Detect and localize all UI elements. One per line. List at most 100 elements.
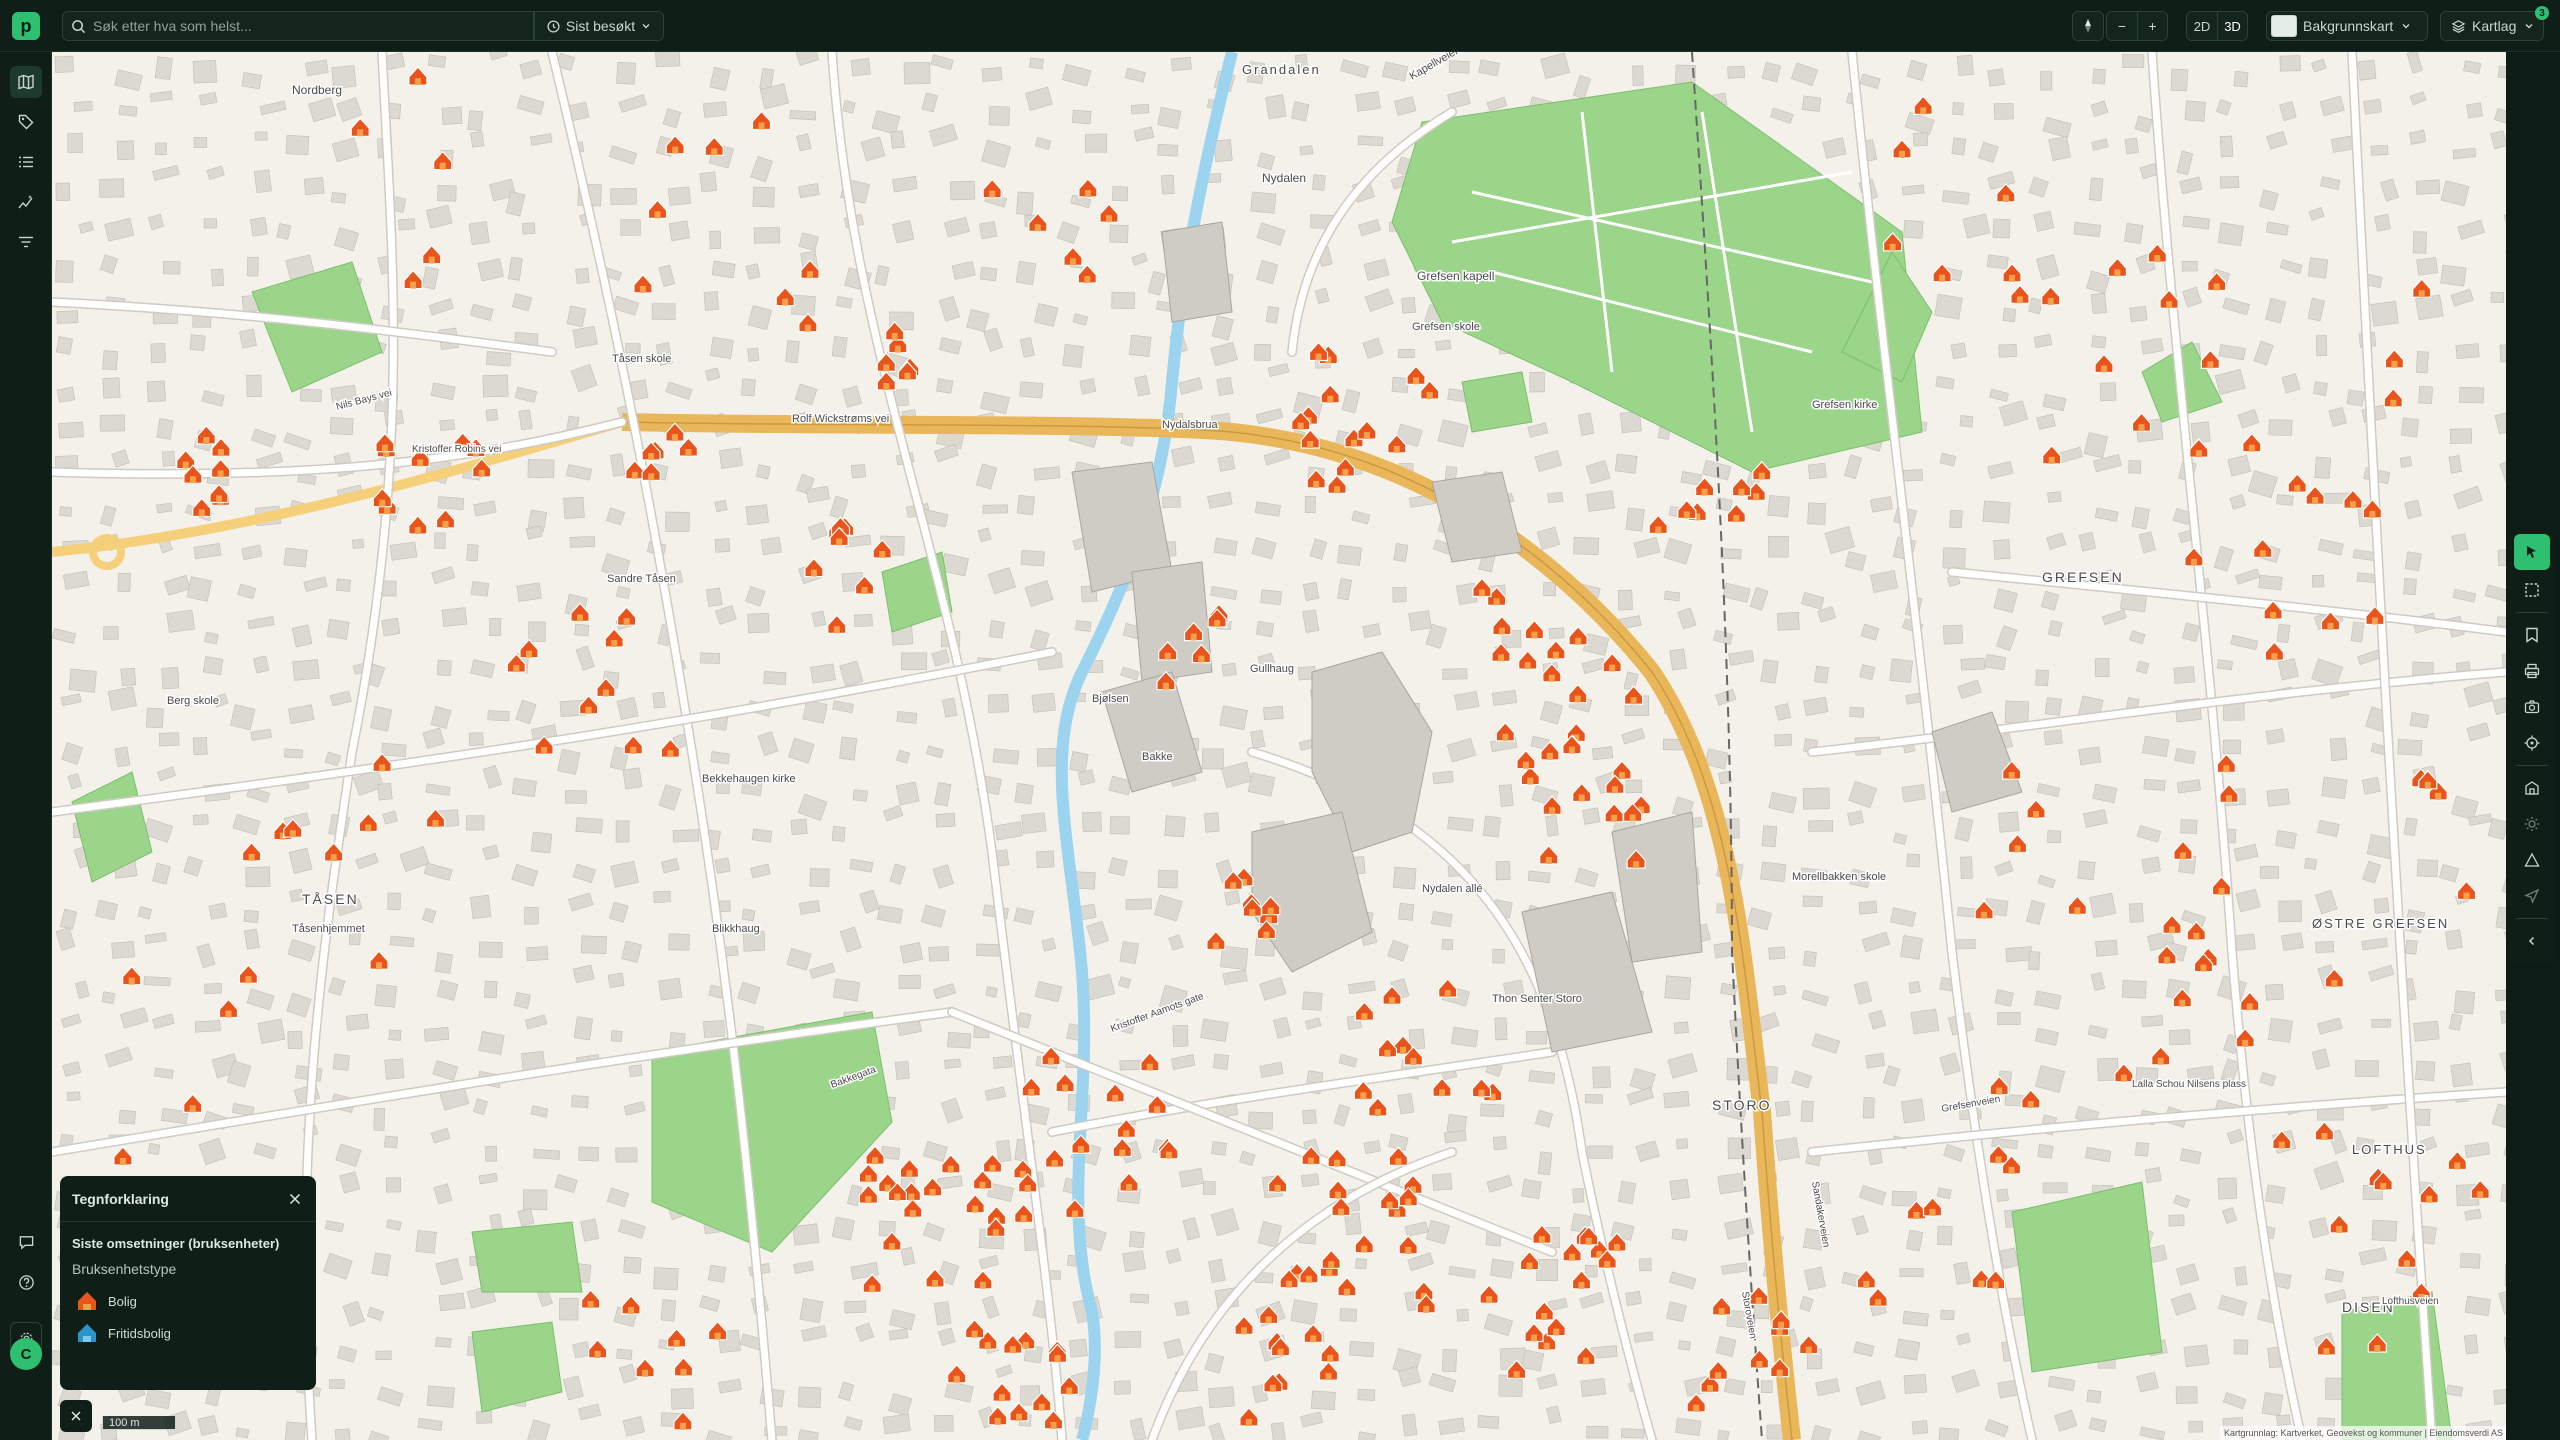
building [1021, 812, 1047, 834]
building [2504, 1264, 2506, 1287]
sidebar-map-button[interactable] [10, 66, 42, 98]
collapse-toolbar-button[interactable] [2510, 923, 2554, 959]
building [2497, 65, 2506, 80]
navigate-button[interactable] [2510, 878, 2554, 914]
close-panel-button[interactable] [60, 1400, 92, 1432]
building [285, 134, 310, 156]
area-select-button[interactable] [2510, 572, 2554, 608]
screenshot-button[interactable] [2510, 689, 2554, 725]
user-avatar[interactable]: C [10, 1338, 42, 1370]
search-input[interactable] [93, 18, 513, 34]
building [1337, 544, 1362, 566]
building [1760, 659, 1779, 684]
building [1715, 1336, 1737, 1357]
building [714, 857, 731, 874]
building [434, 532, 446, 549]
layers-selector[interactable]: Kartlag 3 [2440, 6, 2549, 41]
mode-2d-button[interactable]: 2D [2187, 12, 2217, 40]
building [1480, 1103, 1505, 1118]
sidebar-analytics-button[interactable] [10, 186, 42, 218]
building [1669, 648, 1687, 671]
building [1937, 1225, 1953, 1246]
sidebar-filter-button[interactable] [10, 226, 42, 258]
building [2183, 1344, 2210, 1368]
map-canvas[interactable]: Grandalen Nordberg Kapellveien Nydalen Grefs… [52, 52, 2506, 1440]
zoom-out-button[interactable]: − [2107, 12, 2137, 40]
building [1993, 102, 2014, 120]
place-label: ØSTRE GREFSEN [2312, 916, 2449, 931]
select-tool-button[interactable] [2514, 534, 2550, 570]
sidebar-help-button[interactable] [10, 1266, 42, 1298]
building [438, 1292, 466, 1312]
app-logo[interactable]: p [12, 12, 40, 40]
building [1664, 975, 1692, 1001]
building [1495, 861, 1511, 881]
place-label: Lofthusveien [2382, 1296, 2439, 1307]
zoom-in-button[interactable]: + [2137, 12, 2167, 40]
chevron-down-icon [2402, 24, 2410, 29]
building-info-button[interactable] [2510, 770, 2554, 806]
building [1392, 587, 1407, 603]
building [485, 1145, 497, 1162]
left-sidebar: C [0, 52, 52, 1440]
building [513, 991, 531, 1009]
building [522, 222, 536, 235]
sun-shadow-button[interactable] [2510, 806, 2554, 842]
building [1586, 490, 1615, 512]
building [2400, 417, 2420, 438]
building [610, 1030, 623, 1043]
sun-icon [2525, 817, 2539, 831]
basemap-selector[interactable]: Bakgrunnskart [2266, 11, 2428, 41]
compass-button[interactable] [2072, 11, 2104, 41]
building [292, 659, 320, 681]
building [653, 890, 671, 903]
toolbar-divider [2516, 612, 2548, 613]
building [114, 746, 131, 768]
building [615, 820, 630, 843]
close-icon[interactable] [288, 1192, 302, 1206]
place-label: Rolf Wickstrøms vei [792, 413, 889, 425]
building [753, 227, 781, 244]
building [241, 72, 262, 90]
building [785, 340, 800, 364]
building [1580, 1378, 1607, 1397]
building [651, 303, 676, 320]
building [571, 1095, 589, 1108]
building [1165, 1248, 1182, 1264]
sidebar-list-button[interactable] [10, 146, 42, 178]
mode-3d-button[interactable]: 3D [2217, 12, 2247, 40]
building [747, 612, 770, 634]
building [523, 1189, 548, 1211]
locate-button[interactable] [2510, 725, 2554, 761]
building [1216, 376, 1234, 396]
building [437, 496, 465, 510]
building [352, 538, 365, 549]
sidebar-tag-button[interactable] [10, 106, 42, 138]
building [1357, 1388, 1376, 1401]
print-button[interactable] [2510, 653, 2554, 689]
building [928, 946, 950, 962]
building [2361, 776, 2381, 795]
building [1290, 1299, 1318, 1326]
building [303, 177, 325, 196]
building [890, 130, 905, 149]
building [1545, 814, 1559, 837]
building [154, 56, 173, 80]
building [2397, 739, 2423, 756]
measure-button[interactable] [2510, 842, 2554, 878]
search-box[interactable] [62, 11, 534, 41]
building [2094, 658, 2110, 678]
building [831, 335, 848, 358]
recent-visited-button[interactable]: Sist besøkt [534, 11, 664, 41]
sidebar-feedback-button[interactable] [10, 1226, 42, 1258]
place-label: LOFTHUS [2352, 1142, 2427, 1157]
map-svg[interactable]: GrandalenNordbergKapellveienNydalenGrefs… [52, 52, 2506, 1440]
building [118, 1109, 136, 1125]
building [468, 221, 490, 246]
building [1300, 1173, 1320, 1188]
bookmark-button[interactable] [2510, 617, 2554, 653]
basemap-thumbnail [2271, 15, 2297, 37]
building [156, 502, 173, 514]
building [2459, 1252, 2481, 1269]
building [811, 610, 827, 628]
